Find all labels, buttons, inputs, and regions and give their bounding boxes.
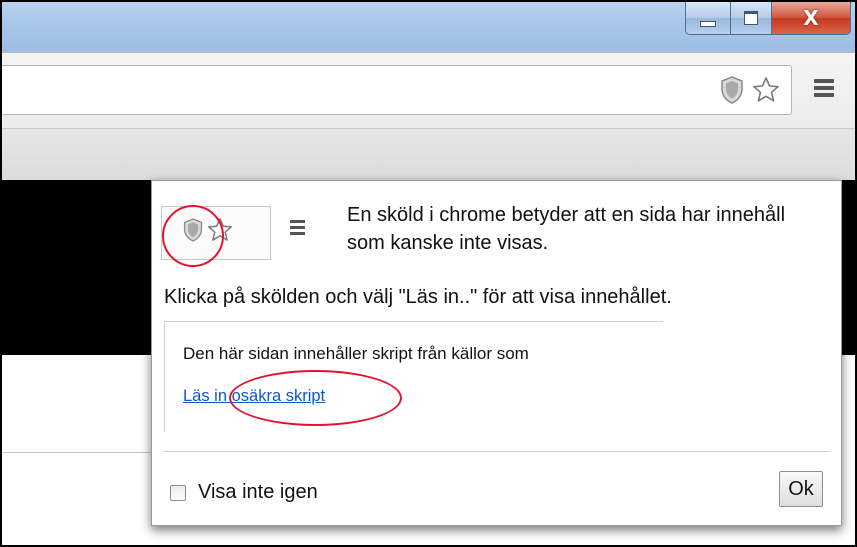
minimize-icon	[700, 21, 716, 27]
browser-window: X En sköld i chrome betyder att en sida …	[0, 0, 857, 547]
annotation-text: En sköld i chrome betyder att en sida ha…	[347, 204, 786, 254]
page-divider	[2, 452, 152, 453]
ok-button[interactable]: Ok	[779, 471, 823, 507]
bookmark-strip	[2, 128, 855, 182]
shield-icon[interactable]	[719, 75, 745, 110]
address-bar[interactable]	[2, 65, 792, 115]
title-bar: X	[2, 2, 855, 52]
divider	[164, 451, 830, 452]
annotation-circle-link	[229, 370, 402, 426]
annotation-instruction: Klicka på skölden och välj "Läs in.." fö…	[164, 286, 672, 308]
window-controls: X	[685, 2, 851, 36]
star-icon[interactable]	[751, 75, 781, 110]
maximize-icon	[744, 11, 758, 25]
message-box: Den här sidan innehåller skript från käl…	[164, 321, 663, 432]
mixed-content-message: Den här sidan innehåller skript från käl…	[183, 344, 529, 363]
minimize-button[interactable]	[685, 2, 731, 35]
close-button[interactable]: X	[772, 2, 851, 35]
dont-show-again-checkbox[interactable]	[170, 484, 186, 501]
chrome-menu-icon[interactable]	[814, 79, 834, 101]
browser-toolbar	[2, 52, 855, 129]
close-icon: X	[803, 6, 819, 30]
mixed-content-bubble: En sköld i chrome betyder att en sida ha…	[151, 180, 842, 526]
chrome-menu-icon	[290, 220, 305, 240]
annotation-circle-shield	[162, 205, 224, 267]
dont-show-again-row: Visa inte igen	[170, 481, 318, 504]
checkbox-label: Visa inte igen	[198, 481, 318, 503]
maximize-button[interactable]	[731, 2, 772, 35]
omnibox-icons	[719, 75, 781, 110]
